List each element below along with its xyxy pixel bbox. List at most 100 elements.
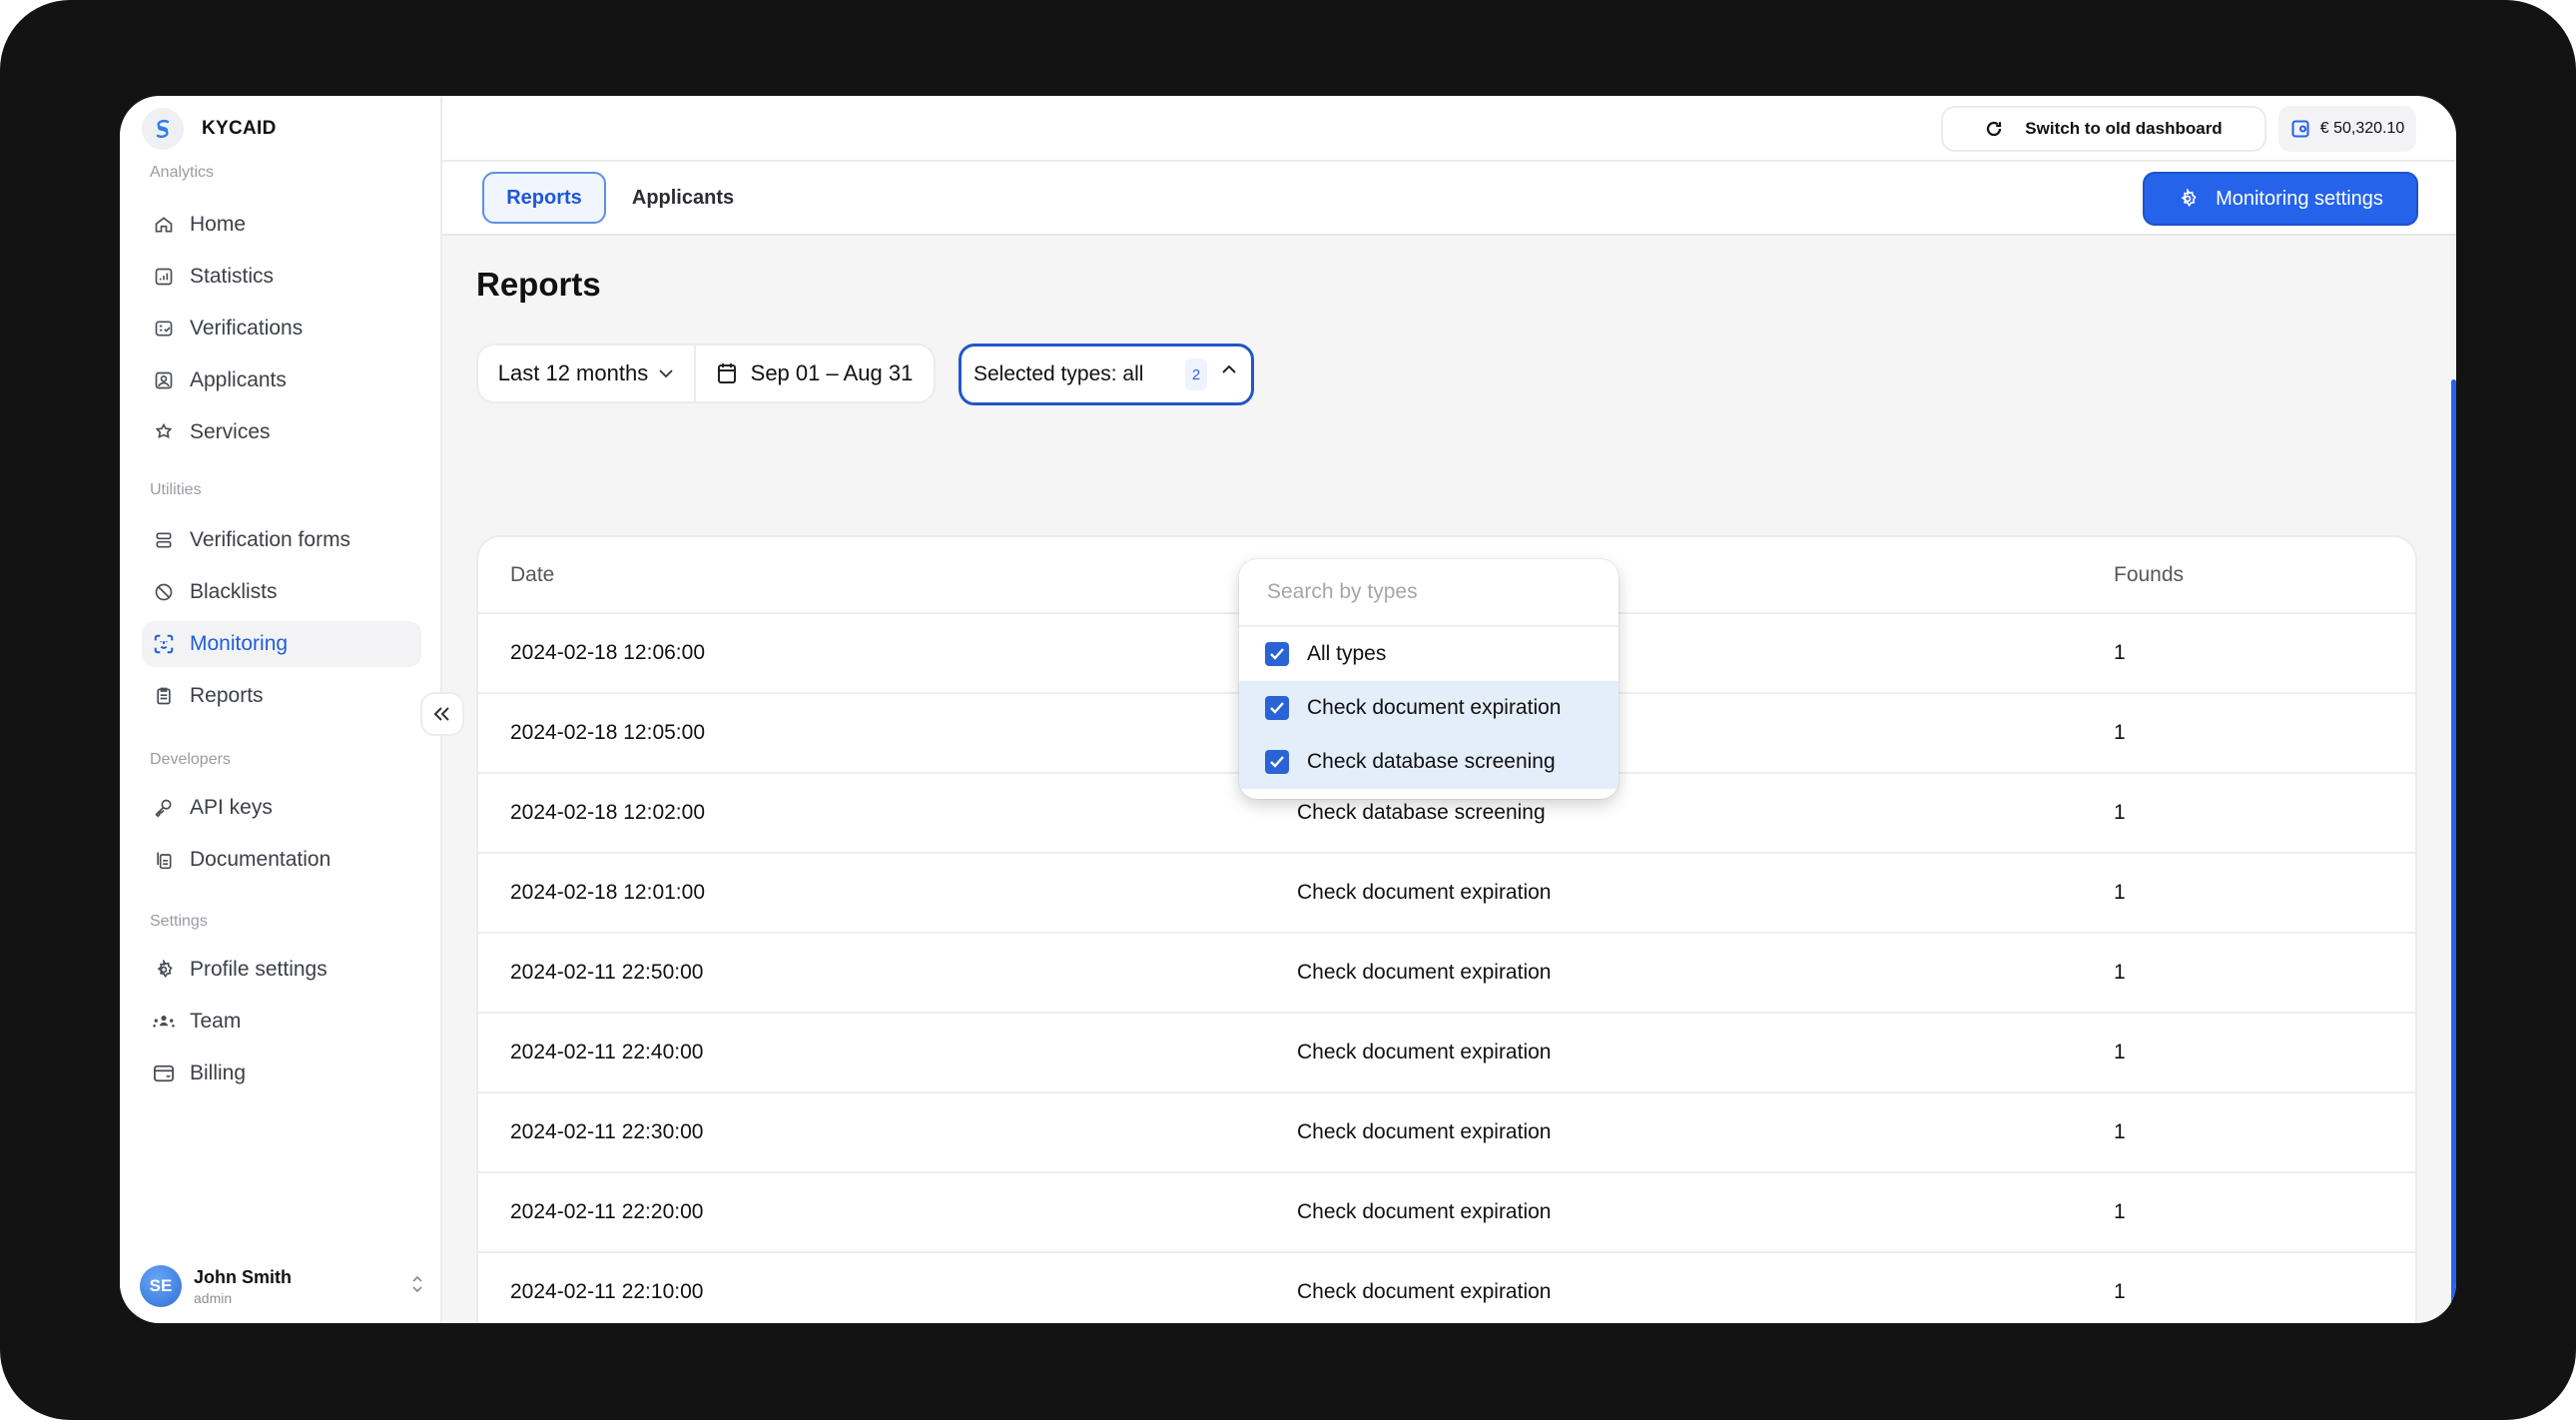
sidebar-item-label: Blacklists [190, 580, 278, 603]
user-profile[interactable]: SE John Smith admin [140, 1261, 424, 1311]
type-option-check-database-screening[interactable]: Check database screening [1239, 735, 1618, 789]
table-row[interactable]: 2024-02-11 22:10:00 Check document expira… [478, 1253, 2415, 1323]
wallet-icon [152, 1062, 176, 1085]
checkbox-checked-icon[interactable] [1265, 696, 1289, 720]
sidebar-item-label: Statistics [190, 265, 275, 288]
sidebar-item-blacklists[interactable]: Blacklists [142, 569, 421, 615]
verifications-icon [152, 317, 176, 341]
cell-date: 2024-02-11 22:30:00 [510, 1120, 704, 1143]
cell-type: Check document expiration [1297, 1120, 1552, 1143]
collapse-sidebar-button[interactable] [420, 692, 464, 736]
sidebar-item-label: API keys [190, 796, 273, 819]
sidebar-item-profile-settings[interactable]: Profile settings [142, 947, 421, 993]
table-row[interactable]: 2024-02-11 22:30:00 Check document expira… [478, 1093, 2415, 1173]
balance-value: € 50,320.10 [2319, 120, 2405, 137]
tab-reports[interactable]: Reports [482, 172, 606, 224]
chevron-up-down-icon[interactable] [410, 1273, 424, 1300]
column-header-date[interactable]: Date [478, 563, 1297, 587]
scrollbar[interactable] [2451, 379, 2456, 1323]
refresh-icon [1985, 120, 2003, 138]
switch-old-dashboard-button[interactable]: Switch to old dashboard [1941, 106, 2266, 152]
sidebar-item-documentation[interactable]: Documentation [142, 837, 421, 883]
key-icon [152, 796, 176, 820]
monitoring-settings-button[interactable]: Monitoring settings [2143, 172, 2418, 226]
sidebar: KYCAID Analytics Home Statistics Verific… [120, 96, 442, 1323]
type-option-check-document-expiration[interactable]: Check document expiration [1239, 681, 1618, 735]
page-title: Reports [476, 266, 601, 303]
services-icon [152, 420, 176, 444]
sidebar-item-reports[interactable]: Reports [142, 673, 421, 719]
sidebar-item-api-keys[interactable]: API keys [142, 785, 421, 831]
sidebar-item-label: Billing [190, 1062, 247, 1084]
cell-date: 2024-02-18 12:05:00 [510, 721, 705, 744]
checkbox-checked-icon[interactable] [1265, 750, 1289, 774]
sidebar-item-applicants[interactable]: Applicants [142, 357, 421, 403]
cell-founds: 1 [2114, 961, 2126, 984]
cell-type: Check document expiration [1297, 961, 1552, 984]
sidebar-item-label: Reports [190, 684, 264, 707]
types-search [1239, 559, 1618, 627]
types-select-label: Selected types: all [973, 362, 1144, 385]
date-range-value: Sep 01 – Aug 31 [750, 360, 914, 385]
cell-founds: 1 [2114, 1200, 2126, 1223]
top-bar: Switch to old dashboard € 50,320.10 [442, 96, 2456, 162]
cell-date: 2024-02-11 22:50:00 [510, 961, 704, 984]
cell-date: 2024-02-11 22:20:00 [510, 1200, 704, 1223]
types-dropdown: All types Check document expiration Chec… [1239, 559, 1618, 799]
section-label-analytics: Analytics [150, 164, 215, 181]
cell-type: Check document expiration [1297, 881, 1552, 904]
cell-founds: 1 [2114, 641, 2126, 664]
types-select[interactable]: Selected types: all 2 [959, 344, 1254, 405]
sidebar-item-team[interactable]: Team [142, 999, 421, 1045]
sidebar-item-label: Documentation [190, 848, 331, 871]
chevron-up-icon [1221, 364, 1237, 374]
sidebar-item-label: Verifications [190, 317, 304, 340]
tab-applicants[interactable]: Applicants [618, 172, 748, 224]
sidebar-item-statistics[interactable]: Statistics [142, 254, 421, 300]
team-icon [152, 1010, 176, 1034]
cell-date: 2024-02-18 12:01:00 [510, 881, 705, 904]
type-option-label: All types [1307, 642, 1387, 665]
gear-icon [2178, 189, 2198, 209]
type-option-all-types[interactable]: All types [1239, 627, 1618, 681]
brand-name: KYCAID [202, 118, 277, 139]
tab-bar: Reports Applicants Monitoring settings [442, 162, 2456, 236]
sidebar-item-monitoring[interactable]: Monitoring [142, 621, 421, 667]
table-row[interactable]: 2024-02-18 12:01:00 Check document expira… [478, 854, 2415, 934]
balance-chip[interactable]: € 50,320.10 [2278, 106, 2416, 152]
sidebar-item-label: Team [190, 1010, 242, 1033]
date-filter-group: Last 12 months Sep 01 – Aug 31 [476, 344, 936, 403]
sidebar-item-billing[interactable]: Billing [142, 1051, 421, 1096]
period-value: Last 12 months [497, 360, 649, 385]
sidebar-item-label: Monitoring [190, 632, 289, 655]
blacklist-icon [152, 580, 176, 604]
cell-type: Check document expiration [1297, 1280, 1552, 1303]
sidebar-item-label: Profile settings [190, 958, 327, 981]
checkbox-checked-icon[interactable] [1265, 642, 1289, 666]
type-option-label: Check database screening [1307, 750, 1556, 773]
column-header-founds[interactable]: Founds [2114, 563, 2415, 587]
date-range-picker[interactable]: Sep 01 – Aug 31 [696, 346, 934, 401]
cell-date: 2024-02-18 12:02:00 [510, 801, 705, 824]
section-label-settings: Settings [150, 913, 208, 930]
sidebar-item-verification-forms[interactable]: Verification forms [142, 517, 421, 563]
cell-founds: 1 [2114, 721, 2126, 744]
table-row[interactable]: 2024-02-11 22:40:00 Check document expira… [478, 1014, 2415, 1093]
cell-type: Check database screening [1297, 801, 1546, 824]
cell-founds: 1 [2114, 881, 2126, 904]
sidebar-item-services[interactable]: Services [142, 409, 421, 455]
types-search-input[interactable] [1265, 579, 1569, 605]
user-role: admin [194, 1289, 233, 1306]
cell-founds: 1 [2114, 1120, 2126, 1143]
main-content: Reports Last 12 months Sep 01 – Aug 31 S… [442, 236, 2456, 1323]
cell-type: Check document expiration [1297, 1200, 1552, 1223]
sidebar-item-home[interactable]: Home [142, 202, 421, 248]
brand: KYCAID [142, 108, 277, 150]
table-row[interactable]: 2024-02-11 22:50:00 Check document expira… [478, 934, 2415, 1014]
table-row[interactable]: 2024-02-11 22:20:00 Check document expira… [478, 1173, 2415, 1253]
documents-icon [152, 848, 176, 872]
avatar: SE [140, 1265, 182, 1307]
home-icon [152, 213, 176, 237]
period-select[interactable]: Last 12 months [478, 346, 696, 401]
sidebar-item-verifications[interactable]: Verifications [142, 306, 421, 352]
